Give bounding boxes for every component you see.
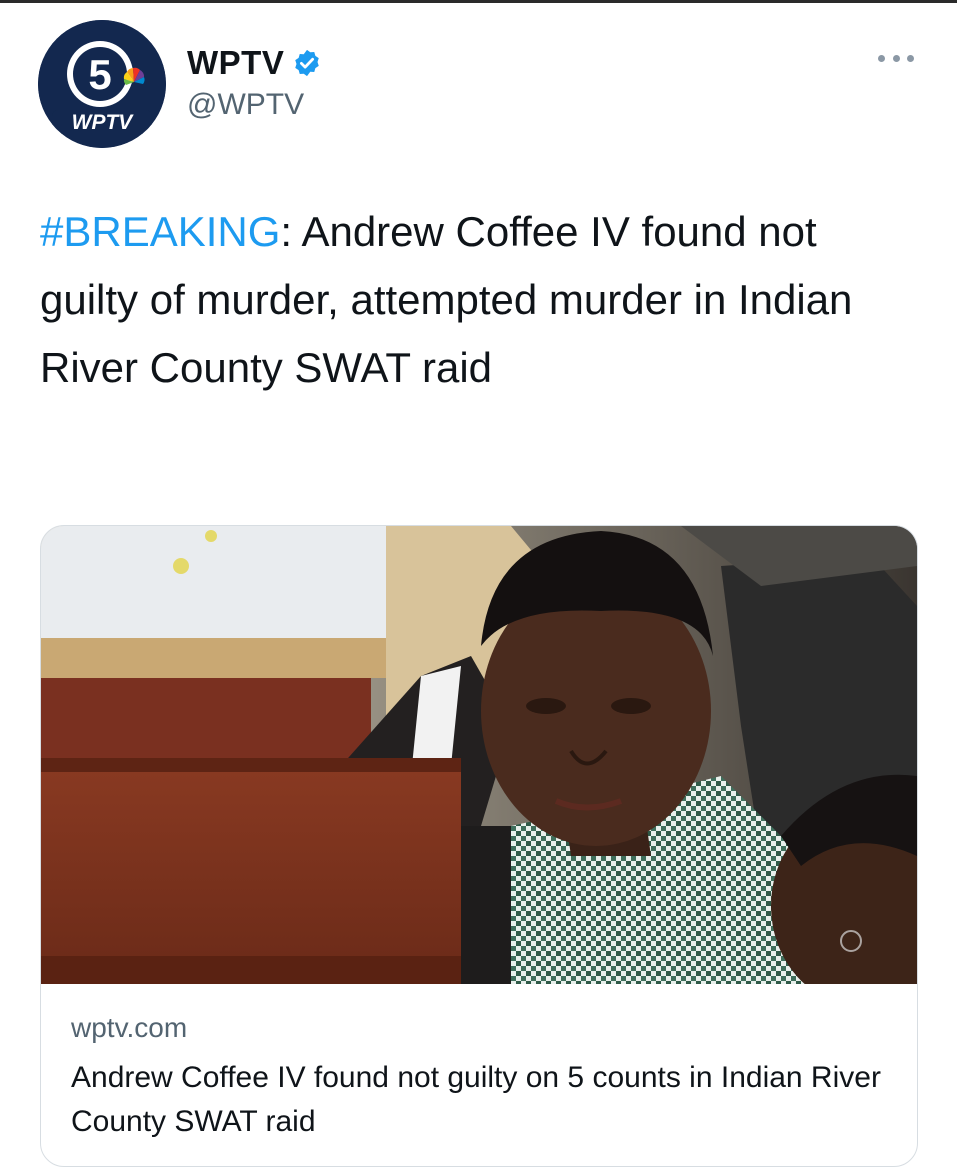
card-title: Andrew Coffee IV found not guilty on 5 c… xyxy=(71,1061,881,1138)
card-domain: wptv.com xyxy=(71,1012,188,1043)
avatar-channel: 5 xyxy=(88,51,111,98)
link-card[interactable]: wptv.com Andrew Coffee IV found not guil… xyxy=(40,525,918,1167)
more-dot xyxy=(892,54,900,62)
hashtag-link[interactable]: #BREAKING xyxy=(40,208,280,255)
wptv-logo-icon: 5 WPTV xyxy=(38,20,166,148)
more-options-icon[interactable] xyxy=(878,50,914,66)
author-name-row: WPTV xyxy=(187,44,322,82)
more-dot xyxy=(907,54,914,62)
top-border xyxy=(0,0,957,3)
avatar-label: WPTV xyxy=(72,111,135,134)
more-dot xyxy=(878,54,885,62)
author-display-name[interactable]: WPTV xyxy=(187,44,284,82)
verified-badge-icon xyxy=(295,49,320,77)
tweet-text: #BREAKING: Andrew Coffee IV found not gu… xyxy=(40,198,920,402)
author-handle[interactable]: @WPTV xyxy=(187,88,304,122)
avatar[interactable]: 5 WPTV xyxy=(38,20,166,148)
courtroom-photo xyxy=(41,526,917,984)
card-image xyxy=(41,526,917,984)
